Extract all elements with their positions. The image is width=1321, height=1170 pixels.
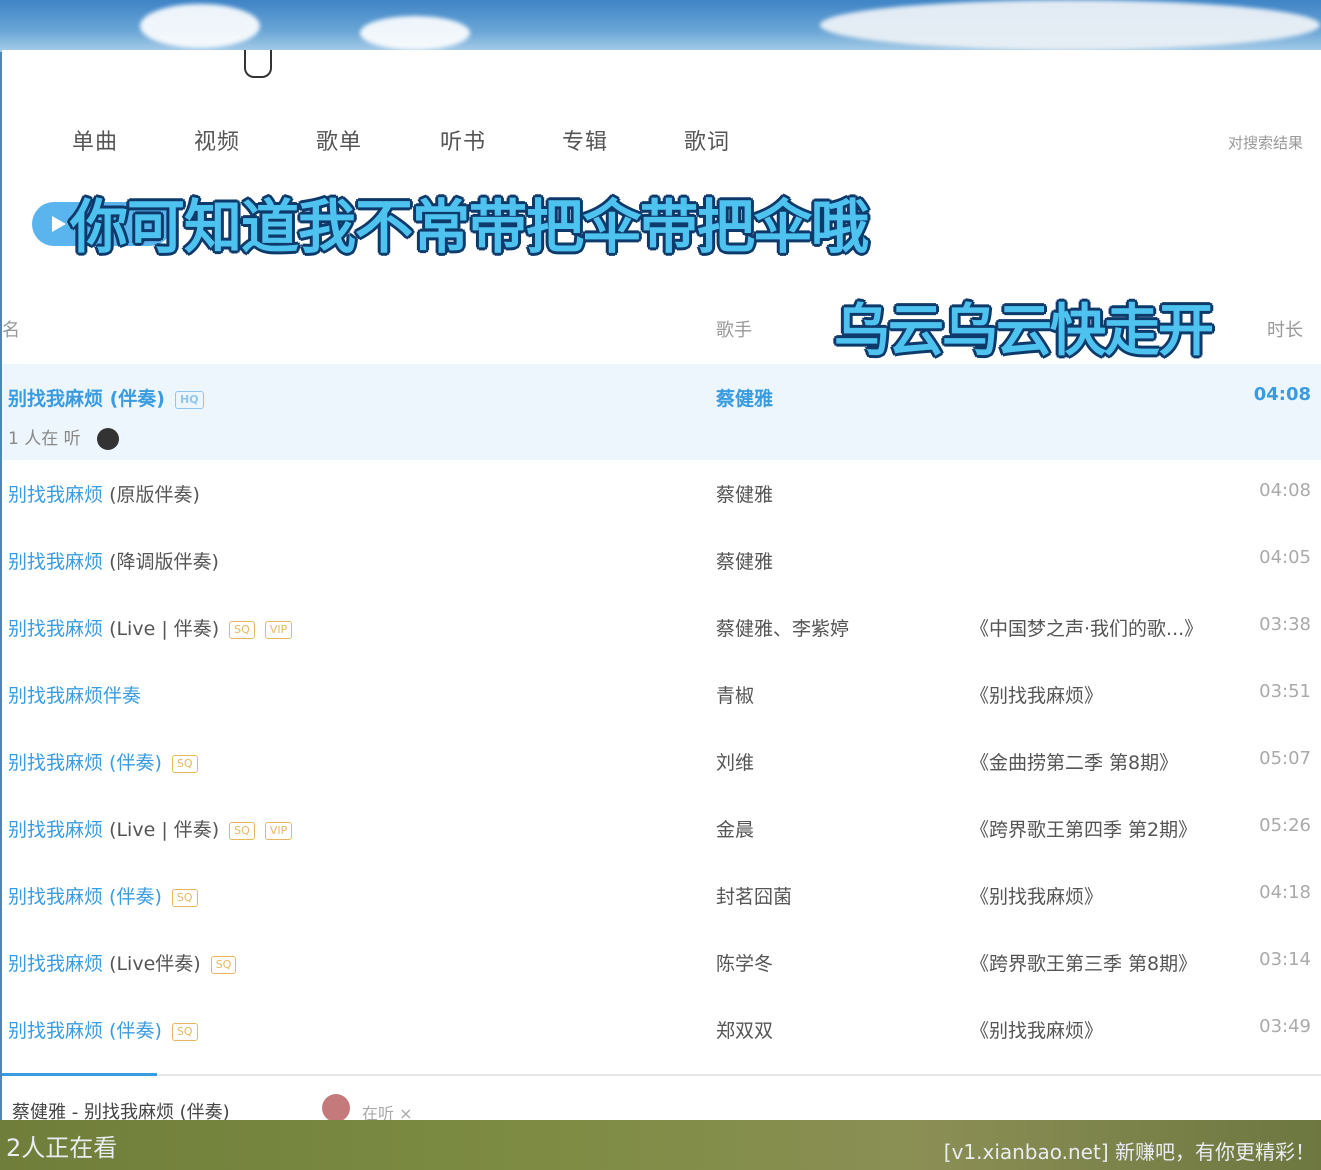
sq-badge: SQ [171, 754, 198, 773]
now-playing-title[interactable]: 蔡健雅 - 别找我麻烦 (伴奏) [12, 1098, 230, 1120]
search-feedback-link[interactable]: 对搜索结果 [1228, 132, 1303, 153]
song-singer[interactable]: 陈学冬 [716, 949, 773, 976]
song-album[interactable]: 《跨界歌王第四季 第2期》 [970, 815, 1197, 842]
cloud-decoration [140, 4, 260, 48]
song-duration: 05:07 [1259, 748, 1311, 769]
sq-badge: SQ [171, 1022, 198, 1041]
song-singer[interactable]: 封茗囧菌 [716, 882, 792, 909]
song-album[interactable]: 《别找我麻烦》 [970, 681, 1103, 708]
song-row[interactable]: 别找我麻烦 (Live | 伴奏) SQ VIP 金晨 《跨界歌王第四季 第2期》 … [2, 795, 1321, 862]
song-singer[interactable]: 金晨 [716, 815, 754, 842]
watermark-text: [v1.xianbao.net] 新赚吧，有你更精彩！ [943, 1140, 1315, 1164]
song-singer[interactable]: 蔡健雅 [716, 480, 773, 507]
tab-album[interactable]: 专辑 [562, 124, 608, 156]
song-title[interactable]: 别找我麻烦 (原版伴奏) [8, 480, 200, 507]
song-album[interactable]: 《别找我麻烦》 [970, 882, 1103, 909]
vip-badge: VIP [264, 821, 293, 840]
song-title[interactable]: 别找我麻烦 (降调版伴奏) [8, 547, 219, 574]
vip-badge: VIP [264, 620, 293, 639]
sq-badge: SQ [229, 620, 255, 639]
song-singer[interactable]: 蔡健雅 [716, 384, 773, 411]
song-duration: 03:38 [1259, 614, 1311, 635]
tab-lyrics[interactable]: 歌词 [684, 124, 730, 156]
song-duration: 04:08 [1253, 384, 1311, 405]
tab-single[interactable]: 单曲 [72, 124, 118, 156]
now-playing-avatar [322, 1094, 350, 1120]
tab-audiobook[interactable]: 听书 [440, 124, 486, 156]
song-row[interactable]: 别找我麻烦伴奏 青椒 《别找我麻烦》 03:51 [2, 661, 1321, 728]
song-row[interactable]: 别找我麻烦 (伴奏) SQ 刘维 《金曲捞第二季 第8期》 05:07 [2, 728, 1321, 795]
song-title[interactable]: 别找我麻烦 (Live伴奏) SQ [8, 949, 237, 976]
song-row[interactable]: 别找我麻烦 (原版伴奏) 蔡健雅 04:08 [2, 460, 1321, 527]
column-header-singer[interactable]: 歌手 [716, 316, 752, 342]
search-tabs: 单曲 视频 歌单 听书 专辑 歌词 [2, 124, 1321, 164]
song-title[interactable]: 别找我麻烦 (伴奏) HQ [8, 384, 204, 411]
song-row[interactable]: 别找我麻烦 (Live | 伴奏) SQ VIP 蔡健雅、李紫婷 《中国梦之声·我们… [2, 594, 1321, 661]
column-header-title[interactable]: 名 [2, 316, 20, 342]
music-app-window: 单曲 视频 歌单 听书 专辑 歌词 对搜索结果 你可知道我不常带把伞带把伞哦 名… [2, 50, 1321, 1120]
hand-cursor-icon [244, 50, 272, 78]
song-singer[interactable]: 蔡健雅、李紫婷 [716, 614, 849, 641]
column-header-duration[interactable]: 时长 [1267, 316, 1303, 342]
hq-badge: HQ [174, 390, 204, 409]
song-duration: 04:18 [1259, 882, 1311, 903]
song-row[interactable]: 别找我麻烦 (伴奏) SQ 郑双双 《别找我麻烦》 03:49 [2, 996, 1321, 1063]
cloud-decoration [820, 0, 1320, 50]
song-title[interactable]: 别找我麻烦 (伴奏) SQ [8, 748, 198, 775]
song-duration: 04:08 [1259, 480, 1311, 501]
song-duration: 04:05 [1259, 547, 1311, 568]
playback-progress[interactable] [2, 1073, 157, 1076]
player-divider [2, 1074, 1321, 1076]
song-title[interactable]: 别找我麻烦 (Live | 伴奏) SQ VIP [8, 614, 293, 641]
lyric-line-1: 你可知道我不常带把伞带把伞哦 [70, 193, 869, 261]
sq-badge: SQ [171, 888, 198, 907]
song-album[interactable]: 《中国梦之声·我们的歌...》 [970, 614, 1203, 641]
song-row[interactable]: 别找我麻烦 (降调版伴奏) 蔡健雅 04:05 [2, 527, 1321, 594]
song-duration: 03:49 [1259, 1016, 1311, 1037]
song-row[interactable]: 别找我麻烦 (伴奏) SQ 封茗囧菌 《别找我麻烦》 04:18 [2, 862, 1321, 929]
song-singer[interactable]: 蔡健雅 [716, 547, 773, 574]
lyric-line-2: 乌云乌云快走开 [834, 299, 1214, 364]
song-singer[interactable]: 青椒 [716, 681, 754, 708]
song-title[interactable]: 别找我麻烦 (伴奏) SQ [8, 882, 198, 909]
song-title[interactable]: 别找我麻烦 (伴奏) SQ [8, 1016, 198, 1043]
song-album[interactable]: 《金曲捞第二季 第8期》 [970, 748, 1178, 775]
song-duration: 03:51 [1259, 681, 1311, 702]
song-album[interactable]: 《跨界歌王第三季 第8期》 [970, 949, 1197, 976]
viewer-count: 2人正在看 [6, 1134, 118, 1162]
tab-playlist[interactable]: 歌单 [316, 124, 362, 156]
listeners-count: 1 人在 听 [8, 424, 119, 450]
sq-badge: SQ [229, 821, 255, 840]
song-duration: 03:14 [1259, 949, 1311, 970]
listener-avatar [96, 428, 119, 450]
now-playing-extra[interactable]: 在听 × [362, 1100, 413, 1120]
play-icon [52, 216, 66, 232]
song-album[interactable]: 《别找我麻烦》 [970, 1016, 1103, 1043]
song-title[interactable]: 别找我麻烦 (Live | 伴奏) SQ VIP [8, 815, 293, 842]
sq-badge: SQ [210, 955, 237, 974]
song-title[interactable]: 别找我麻烦伴奏 [8, 681, 141, 708]
song-row[interactable]: 别找我麻烦 (伴奏) HQ 蔡健雅 04:08 1 人在 听 [2, 364, 1321, 460]
song-duration: 05:26 [1259, 815, 1311, 836]
tab-video[interactable]: 视频 [194, 124, 240, 156]
cloud-decoration [360, 16, 470, 50]
background-sky [0, 0, 1321, 52]
song-singer[interactable]: 刘维 [716, 748, 754, 775]
song-row[interactable]: 别找我麻烦 (Live伴奏) SQ 陈学冬 《跨界歌王第三季 第8期》 03:14 [2, 929, 1321, 996]
song-singer[interactable]: 郑双双 [716, 1016, 773, 1043]
